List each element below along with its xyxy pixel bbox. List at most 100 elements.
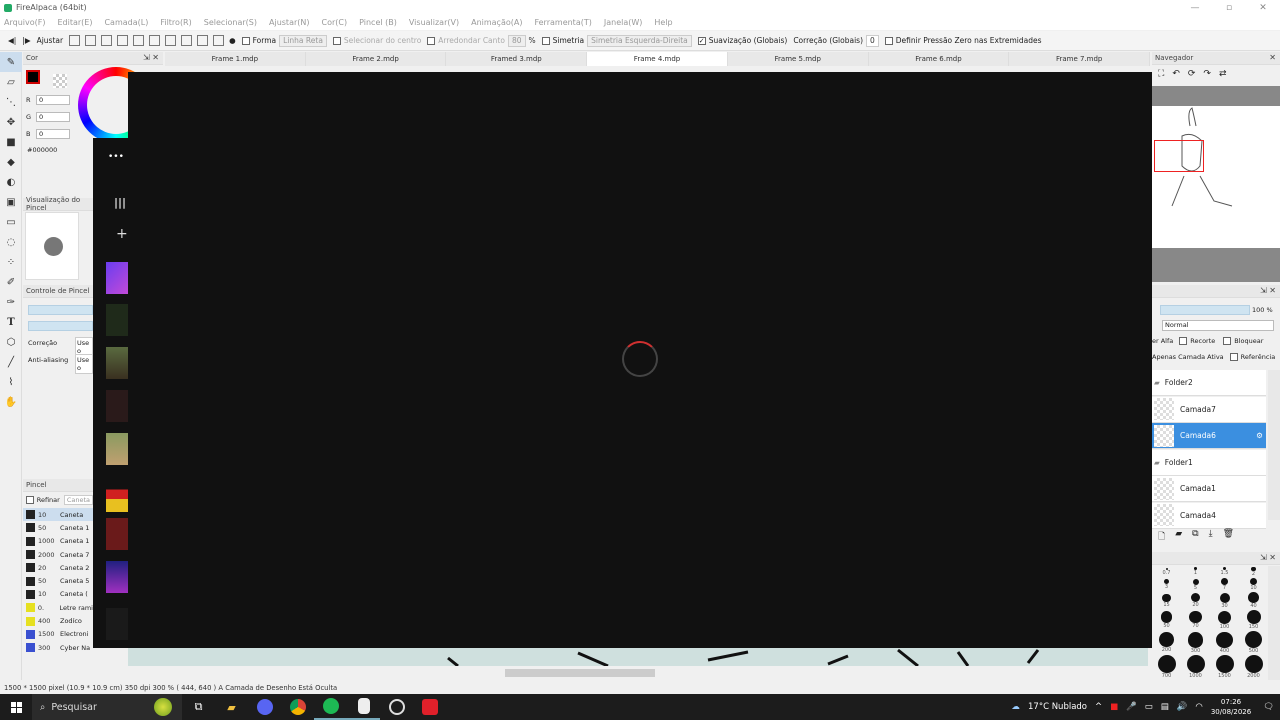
playlist-thumb-6[interactable] bbox=[106, 480, 128, 512]
brush-size-cell[interactable]: 70 bbox=[1181, 610, 1210, 631]
symmetry-option[interactable]: Simetria Simetria Esquerda-Direita bbox=[541, 34, 692, 47]
secondary-color-swatch[interactable] bbox=[53, 74, 67, 88]
size-slider[interactable] bbox=[28, 305, 93, 315]
tray-expand-icon[interactable]: ^ bbox=[1095, 702, 1102, 712]
blue-input[interactable]: 0 bbox=[36, 129, 70, 139]
brush-size-close-icon[interactable]: ⇲ ✕ bbox=[1260, 553, 1276, 562]
chrome-icon[interactable] bbox=[281, 694, 314, 720]
clock[interactable]: 07:26 30/08/2026 bbox=[1211, 697, 1251, 717]
new-layer-icon[interactable]: 🗋 bbox=[1158, 529, 1165, 545]
rotate-right-icon[interactable]: ↷ bbox=[1203, 69, 1211, 79]
brush-size-cell[interactable]: 2000 bbox=[1239, 655, 1268, 680]
playlist-thumb-3[interactable] bbox=[106, 347, 128, 379]
canvas-area[interactable] bbox=[128, 648, 1148, 668]
brush-item[interactable]: 50 Caneta 1 bbox=[23, 521, 93, 534]
brush-size-cell[interactable]: 700 bbox=[1152, 655, 1181, 680]
duplicate-layer-icon[interactable]: ⧉ bbox=[1192, 529, 1198, 545]
shape-curve-icon[interactable] bbox=[165, 35, 177, 46]
menu-filter[interactable]: Filtro(R) bbox=[160, 18, 191, 27]
brush-size-cell[interactable]: 100 bbox=[1210, 610, 1239, 631]
tab-frame-2[interactable]: Frame 2.mdp bbox=[306, 52, 447, 66]
antialias-select[interactable]: Use o bbox=[75, 354, 93, 374]
magic-wand-icon[interactable]: ⁘ bbox=[0, 252, 22, 272]
correction-select[interactable]: 0 bbox=[866, 34, 879, 47]
tab-frame-5[interactable]: Frame 5.mdp bbox=[728, 52, 869, 66]
menu-edit[interactable]: Editar(E) bbox=[57, 18, 92, 27]
shape-rect-icon[interactable] bbox=[69, 35, 81, 46]
rotate-reset-icon[interactable]: ⟳ bbox=[1188, 69, 1196, 79]
lasso-tool-icon[interactable]: ◌ bbox=[0, 232, 22, 252]
symmetry-checkbox[interactable] bbox=[541, 36, 550, 45]
brush-item[interactable]: 10 Caneta ( bbox=[23, 588, 93, 601]
brush-item[interactable]: 0. Letre rami bbox=[23, 601, 93, 614]
tab-frame-4[interactable]: Frame 4.mdp bbox=[587, 52, 728, 66]
fill-tool-icon[interactable]: ■ bbox=[0, 132, 22, 152]
more-options-icon[interactable]: ••• bbox=[108, 152, 124, 162]
smoothing-option[interactable]: Suavização (Globais) bbox=[697, 36, 787, 45]
weather-text[interactable]: 17°C Nublado bbox=[1028, 702, 1087, 712]
zoom-fit-icon[interactable]: ⛶ bbox=[1158, 69, 1164, 79]
menu-file[interactable]: Arquivo(F) bbox=[4, 18, 45, 27]
brush-size-cell[interactable]: 150 bbox=[1239, 610, 1268, 631]
maximize-icon[interactable]: ▫ bbox=[1212, 0, 1246, 15]
shape-cross-icon[interactable] bbox=[213, 35, 225, 46]
brush-size-cell[interactable]: 1 bbox=[1181, 566, 1210, 577]
shape-lines-icon[interactable] bbox=[117, 35, 129, 46]
brush-size-cell[interactable]: 1500 bbox=[1210, 655, 1239, 680]
merge-down-icon[interactable]: ⤓ bbox=[1209, 529, 1213, 545]
layer-folder-row[interactable]: ▰ Folder1 bbox=[1152, 449, 1266, 476]
notification-icon[interactable]: 🗨 bbox=[1263, 702, 1274, 712]
brush-size-cell[interactable]: 10 bbox=[1239, 577, 1268, 592]
scroll-thumb[interactable] bbox=[505, 669, 655, 677]
layer-row[interactable]: Camada4 bbox=[1152, 502, 1266, 529]
menu-adjust[interactable]: Ajustar(N) bbox=[269, 18, 310, 27]
navigator-preview[interactable] bbox=[1152, 106, 1280, 248]
start-button[interactable] bbox=[0, 694, 32, 720]
tab-frame-6[interactable]: Frame 6.mdp bbox=[869, 52, 1010, 66]
layer-row[interactable]: Camada6 ⚙ bbox=[1152, 423, 1266, 449]
green-input[interactable]: 0 bbox=[36, 112, 70, 122]
playlist-thumb-8[interactable] bbox=[106, 561, 128, 593]
volume-icon[interactable]: 🔊 bbox=[1177, 702, 1188, 712]
brush-size-cell[interactable]: 1.5 bbox=[1210, 566, 1239, 577]
navigator-close-icon[interactable]: ✕ bbox=[1269, 53, 1276, 62]
brush-item[interactable]: 1500 Electroni bbox=[23, 628, 93, 641]
brush-item[interactable]: 1000 Caneta 1 bbox=[23, 535, 93, 548]
wifi-icon[interactable]: ◠ bbox=[1195, 702, 1202, 712]
layer-row[interactable]: Camada7 bbox=[1152, 396, 1266, 423]
panel-close-icon[interactable]: ⇲ ✕ bbox=[143, 53, 159, 62]
hand-tool-icon[interactable]: ✋ bbox=[0, 392, 22, 412]
primary-color-swatch[interactable] bbox=[26, 70, 40, 84]
menu-animation[interactable]: Animação(A) bbox=[471, 18, 522, 27]
lock-checkbox[interactable] bbox=[1223, 337, 1232, 345]
round-corner-checkbox[interactable] bbox=[427, 36, 436, 45]
playlist-thumb-9[interactable] bbox=[106, 608, 128, 640]
library-icon[interactable]: ||| bbox=[114, 196, 126, 209]
brush-size-cell[interactable]: 500 bbox=[1239, 631, 1268, 655]
pen-tool-icon[interactable]: ✎ bbox=[0, 52, 22, 72]
new-folder-icon[interactable]: ▰ bbox=[1175, 529, 1182, 545]
brush-size-cell[interactable]: 30 bbox=[1210, 592, 1239, 610]
playlist-thumb-2[interactable] bbox=[106, 304, 128, 336]
correction-option[interactable]: Correção (Globais) 0 bbox=[793, 34, 879, 47]
brush-size-cell[interactable]: 1000 bbox=[1181, 655, 1210, 680]
select-pen-icon[interactable]: ✐ bbox=[0, 272, 22, 292]
shape-perspective-icon[interactable] bbox=[181, 35, 193, 46]
brush-item[interactable]: 300 Cyber Na bbox=[23, 641, 93, 654]
operation-tool-icon[interactable]: ⬡ bbox=[0, 332, 22, 352]
delete-layer-icon[interactable]: 🗑 bbox=[1223, 529, 1234, 545]
dot-icon[interactable]: ● bbox=[229, 36, 236, 45]
rotate-left-icon[interactable]: ↶ bbox=[1172, 69, 1180, 79]
menu-help[interactable]: Help bbox=[654, 18, 672, 27]
tab-frame-3[interactable]: Framed 3.mdp bbox=[446, 52, 588, 66]
firealpaca-icon[interactable] bbox=[347, 694, 380, 720]
symmetry-select[interactable]: Simetria Esquerda-Direita bbox=[587, 34, 692, 47]
playlist-thumb-5[interactable] bbox=[106, 433, 128, 465]
blend-mode-select[interactable]: Normal bbox=[1162, 320, 1274, 331]
select-eraser-icon[interactable]: ✑ bbox=[0, 292, 22, 312]
layers-close-icon[interactable]: ⇲ ✕ bbox=[1260, 286, 1276, 295]
anydesk-icon[interactable] bbox=[413, 694, 446, 720]
brush-size-cell[interactable]: 300 bbox=[1181, 631, 1210, 655]
brush-search-input[interactable]: Caneta bbox=[63, 495, 93, 505]
brush-size-cell[interactable]: 200 bbox=[1152, 631, 1181, 655]
